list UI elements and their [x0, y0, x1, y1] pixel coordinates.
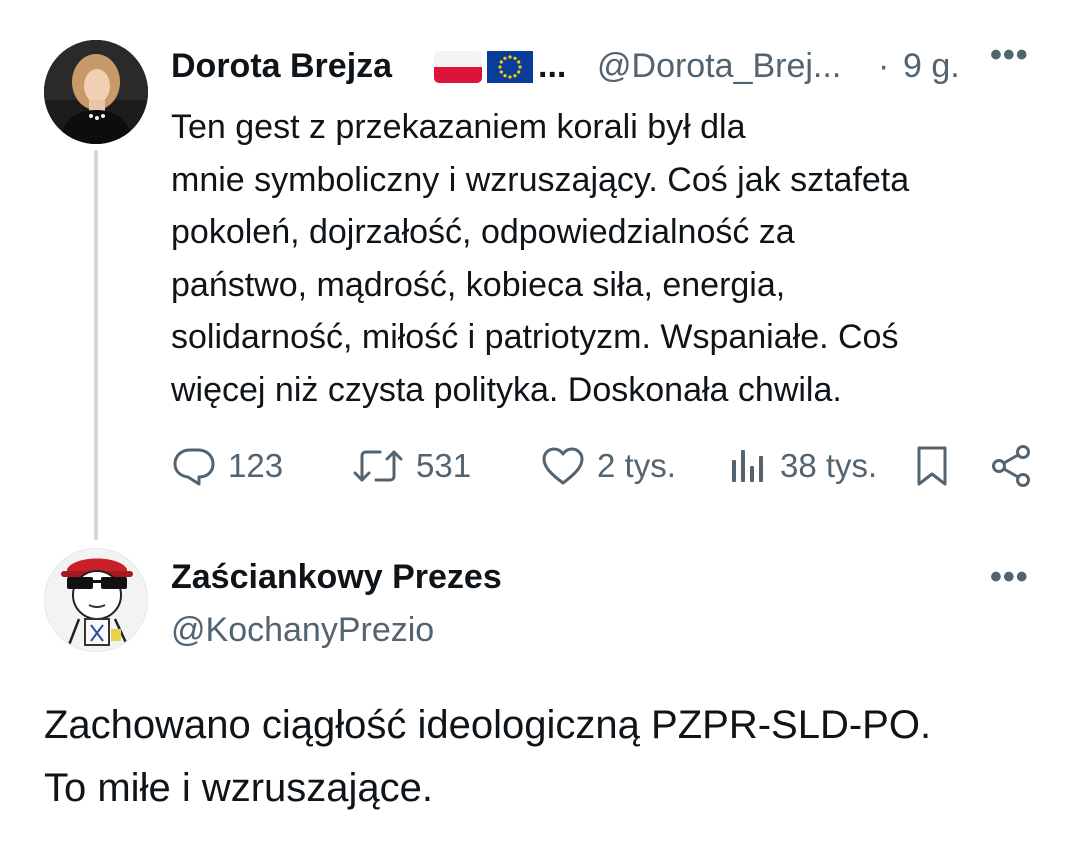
reply-author-handle[interactable]: @KochanyPrezio	[171, 610, 434, 650]
flag-eu-icon	[487, 51, 533, 83]
reply-icon	[173, 448, 215, 486]
flag-poland-icon	[434, 51, 482, 83]
tweet-text: Ten gest z przekazaniem korali był dla m…	[171, 108, 910, 409]
retweet-count: 531	[416, 447, 472, 484]
like-button[interactable]: 2 tys.	[541, 444, 676, 488]
reply-more-options-icon[interactable]: •••	[990, 560, 1029, 594]
like-icon	[542, 447, 584, 485]
bookmark-button[interactable]	[914, 444, 950, 488]
reply-count: 123	[228, 447, 284, 484]
cartoon-avatar-icon	[45, 549, 147, 651]
views-icon	[732, 450, 763, 482]
share-icon	[992, 445, 1030, 487]
like-count: 2 tys.	[597, 447, 676, 484]
reply-avatar[interactable]	[44, 548, 148, 652]
retweet-icon	[353, 450, 403, 482]
views-button[interactable]: 38 tys.	[728, 444, 877, 488]
separator-dot: ·	[878, 47, 890, 85]
reply-author-name[interactable]: Zaściankowy Prezes	[171, 557, 502, 597]
avatar-photo-icon	[44, 40, 148, 144]
share-button[interactable]	[990, 444, 1032, 488]
author-handle[interactable]: @Dorota_Brej...	[597, 46, 841, 86]
reply-button[interactable]: 123	[172, 444, 283, 488]
thread-line	[94, 150, 98, 540]
parent-avatar[interactable]	[44, 40, 148, 144]
more-options-icon[interactable]: •••	[990, 38, 1029, 72]
retweet-button[interactable]: 531	[352, 444, 471, 488]
views-count: 38 tys.	[780, 447, 878, 484]
bookmark-icon	[917, 446, 947, 486]
reply-text: Zachowano ciągłość ideologiczną PZPR-SLD…	[44, 703, 932, 810]
timestamp[interactable]: 9 g.	[903, 46, 960, 86]
name-truncation: ...	[538, 47, 567, 85]
author-name[interactable]: Dorota Brejza	[171, 46, 392, 86]
